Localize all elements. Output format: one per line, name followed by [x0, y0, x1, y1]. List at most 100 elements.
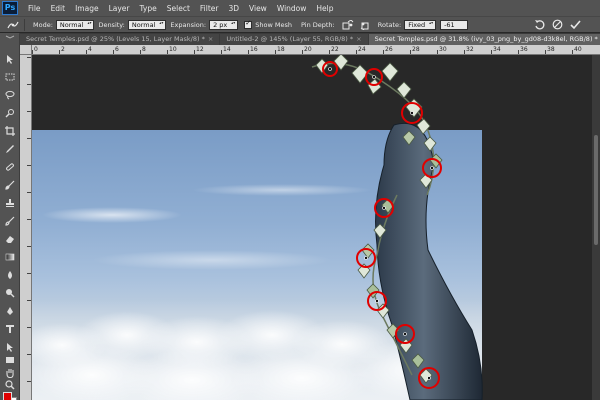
options-bar: Mode: Normal Density: Normal Expansion: …: [0, 16, 600, 32]
tab-label: Untitled-2 @ 145% (Layer 55, RGB/8) *: [226, 35, 354, 43]
remove-all-pins-button[interactable]: [532, 19, 546, 31]
blur-icon: [8, 270, 12, 279]
cancel-transform-button[interactable]: [550, 19, 564, 31]
menu-image[interactable]: Image: [70, 4, 104, 13]
rotate-select[interactable]: Fixed: [404, 19, 437, 30]
pin-depth-label: Pin Depth:: [300, 20, 335, 29]
shape-tool[interactable]: [4, 354, 16, 365]
foreground-color-swatch[interactable]: [3, 392, 12, 400]
tab-secret-temples-ivy[interactable]: Secret Temples.psd @ 31.8% (ivy_03_png_b…: [368, 34, 600, 45]
menu-3d[interactable]: 3D: [223, 4, 244, 13]
density-select[interactable]: Normal: [127, 19, 167, 30]
path-select-tool[interactable]: [4, 341, 16, 352]
menu-layer[interactable]: Layer: [104, 4, 135, 13]
ruler-tick-label: 30: [439, 46, 447, 53]
menu-window[interactable]: Window: [272, 4, 312, 13]
pin-depth-forward-button[interactable]: [341, 19, 355, 31]
clone-stamp-tool[interactable]: [4, 197, 16, 208]
menu-help[interactable]: Help: [311, 4, 338, 13]
history-brush-tool[interactable]: [4, 215, 16, 226]
expansion-input[interactable]: 2 px: [209, 19, 239, 30]
gradient-tool[interactable]: [4, 251, 16, 262]
pen-tool[interactable]: [4, 305, 16, 316]
ruler-tick: [27, 246, 31, 247]
ruler-origin[interactable]: [20, 45, 32, 55]
quick-select-tool[interactable]: [4, 107, 16, 118]
ruler-tick: [356, 50, 357, 54]
move-tool[interactable]: [4, 53, 16, 64]
ruler-tick-label: 40: [574, 46, 582, 53]
ruler-tick: [27, 192, 31, 193]
horizontal-ruler[interactable]: 0 2 4 6 8 10 12 14 16 18 20 22 24 26 28 30 32 34 36 38 40: [32, 45, 600, 55]
vertical-ruler[interactable]: [20, 45, 32, 400]
ruler-tick-label: 4: [88, 46, 92, 53]
tab-label: Secret Temples.psd @ 25% (Levels 15, Lay…: [26, 35, 205, 43]
shape-icon: [6, 356, 14, 363]
crop-tool[interactable]: [4, 125, 16, 136]
tab-secret-temples-levels[interactable]: Secret Temples.psd @ 25% (Levels 15, Lay…: [20, 34, 220, 45]
ruler-tick-label: 6: [115, 46, 119, 53]
zoom-tool[interactable]: [4, 379, 16, 390]
close-icon[interactable]: ×: [208, 35, 213, 43]
history-brush-icon: [5, 216, 15, 226]
pin-forward-icon: [342, 19, 354, 29]
menu-edit[interactable]: Edit: [46, 4, 71, 13]
tool-preset-picker[interactable]: [6, 19, 20, 31]
menu-file[interactable]: File: [23, 4, 46, 13]
cancel-icon: [552, 19, 562, 30]
ruler-tick: [275, 50, 276, 54]
tab-untitled-2[interactable]: Untitled-2 @ 145% (Layer 55, RGB/8) * ×: [220, 34, 368, 45]
hand-icon: [6, 368, 14, 378]
ruler-tick-label: 10: [169, 46, 177, 53]
ruler-tick: [86, 50, 87, 54]
menu-view[interactable]: View: [244, 4, 272, 13]
show-mesh-label: Show Mesh: [255, 20, 292, 29]
close-icon[interactable]: ×: [356, 35, 361, 43]
mode-label: Mode:: [33, 20, 53, 29]
type-icon: [6, 324, 14, 333]
document-canvas[interactable]: [32, 55, 600, 400]
ruler-tick: [27, 354, 31, 355]
rotate-label: Rotate:: [377, 20, 402, 29]
dodge-tool[interactable]: [4, 287, 16, 298]
ruler-tick-label: 34: [493, 46, 501, 53]
pin-depth-backward-button[interactable]: [358, 19, 372, 31]
commit-transform-button[interactable]: [568, 19, 582, 31]
menu-type[interactable]: Type: [135, 4, 162, 13]
photoshop-window: Ps File Edit Image Layer Type Select Fil…: [0, 0, 600, 400]
ruler-tick-label: 20: [304, 46, 312, 53]
show-mesh-checkbox[interactable]: [244, 19, 253, 29]
healing-brush-tool[interactable]: [4, 161, 16, 172]
blur-tool[interactable]: [4, 269, 16, 280]
scrollbar-thumb[interactable]: [594, 135, 598, 245]
ruler-tick: [248, 50, 249, 54]
dodge-icon: [6, 288, 15, 297]
marquee-tool[interactable]: [4, 71, 16, 82]
pen-icon: [7, 306, 13, 315]
warp-layer: [311, 55, 483, 400]
ruler-tick: [27, 381, 31, 382]
type-tool[interactable]: [4, 323, 16, 334]
density-label: Density:: [98, 20, 125, 29]
brush-tool[interactable]: [4, 179, 16, 190]
ruler-tick: [27, 111, 31, 112]
ruler-tick: [545, 50, 546, 54]
undo-icon: [534, 20, 544, 30]
mode-select[interactable]: Normal: [55, 19, 95, 30]
eraser-tool[interactable]: [4, 233, 16, 244]
rotate-angle-input[interactable]: -61: [440, 19, 469, 30]
ruler-tick-label: 22: [331, 46, 339, 53]
eyedropper-tool[interactable]: [4, 143, 16, 154]
menu-filter[interactable]: Filter: [195, 4, 224, 13]
ruler-tick: [140, 50, 141, 54]
photoshop-logo: Ps: [2, 1, 18, 15]
ruler-tick: [383, 50, 384, 54]
ruler-tick-label: 26: [385, 46, 393, 53]
ruler-tick: [27, 273, 31, 274]
marquee-icon: [5, 73, 15, 80]
lasso-tool[interactable]: [4, 89, 16, 100]
brush-icon: [5, 180, 15, 190]
menu-select[interactable]: Select: [162, 4, 195, 13]
hand-tool[interactable]: [4, 367, 16, 378]
ruler-tick: [329, 50, 330, 54]
